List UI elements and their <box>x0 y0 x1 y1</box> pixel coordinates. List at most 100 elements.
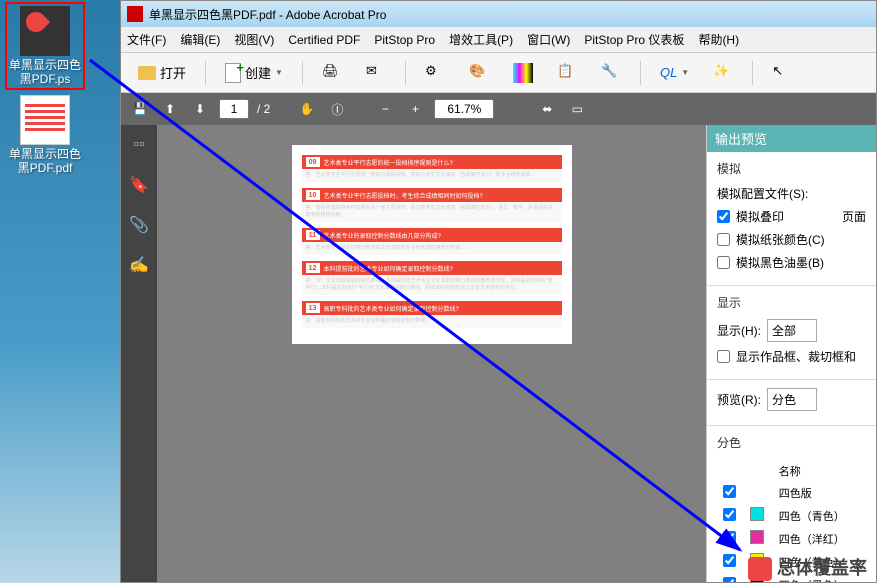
acrobat-icon <box>127 6 143 22</box>
select-tool[interactable]: Ⓘ <box>326 98 348 120</box>
fit-page-button[interactable]: ▭ <box>566 98 588 120</box>
save-button[interactable]: 💾 <box>129 98 151 120</box>
desktop-file-ps[interactable]: 单黑显示四色黑PDF.ps <box>5 2 85 90</box>
sim-overprint-label: 模拟叠印 <box>736 208 784 225</box>
next-page-button[interactable]: ⬇ <box>189 98 211 120</box>
sim-paper-checkbox[interactable] <box>717 233 730 246</box>
pages-panel-button[interactable]: ▫▫ <box>129 135 149 155</box>
gear-icon: ⚙ <box>425 63 445 83</box>
email-icon: ✉ <box>366 63 386 83</box>
menu-window[interactable]: 窗口(W) <box>527 31 570 48</box>
separator <box>302 61 303 85</box>
tool-ql[interactable]: QL▼ <box>651 59 698 87</box>
q-body: 答：艺术类专业录取控制分数线由文化成绩和专业统考成绩两部分构成... <box>302 242 562 255</box>
menu-certified[interactable]: Certified PDF <box>288 33 360 47</box>
preview-select[interactable]: 分色 <box>767 388 817 411</box>
create-button[interactable]: 创建 ▼ <box>216 59 292 87</box>
folder-icon <box>138 66 156 80</box>
magenta-swatch <box>750 530 764 544</box>
plate-checkbox[interactable] <box>723 577 736 583</box>
pitstop-icon: 🔧 <box>601 63 621 83</box>
display-select[interactable]: 全部 <box>767 319 817 342</box>
menu-pitstop[interactable]: PitStop Pro <box>374 33 435 47</box>
table-row: 四色（洋红） <box>719 528 864 549</box>
title-bar[interactable]: 单黑显示四色黑PDF.pdf - Adobe Acrobat Pro <box>121 1 876 27</box>
show-art-checkbox[interactable] <box>717 350 730 363</box>
menu-plugins[interactable]: 增效工具(P) <box>449 31 513 48</box>
plate-checkbox[interactable] <box>723 485 736 498</box>
plate-checkbox[interactable] <box>723 508 736 521</box>
q-body: 答：按综合成绩排序时如果有多个考生同分时，依次按考生文化成绩（含政策性加分）、语… <box>302 202 562 222</box>
panel-title: 输出预览 <box>707 125 876 152</box>
sim-black-label: 模拟黑色油墨(B) <box>736 254 824 271</box>
desktop-file-pdf[interactable]: 单黑显示四色黑PDF.pdf <box>5 95 85 175</box>
menu-file[interactable]: 文件(F) <box>127 31 166 48</box>
preview-r-label: 预览(R): <box>717 391 761 408</box>
menu-edit[interactable]: 编辑(E) <box>180 31 220 48</box>
menu-pitstop-dash[interactable]: PitStop Pro 仪表板 <box>584 31 684 48</box>
open-button[interactable]: 打开 <box>129 59 195 87</box>
zoom-in-button[interactable]: + <box>404 98 426 120</box>
separator <box>205 61 206 85</box>
bookmarks-panel-button[interactable]: 🔖 <box>129 175 149 195</box>
tool-1[interactable]: ⚙ <box>416 59 454 87</box>
zoom-out-button[interactable]: − <box>374 98 396 120</box>
tool-6[interactable]: ✨ <box>704 59 742 87</box>
page-input[interactable] <box>219 99 249 119</box>
tool-5[interactable]: 🔧 <box>592 59 630 87</box>
sim-overprint-checkbox[interactable] <box>717 210 730 223</box>
prev-page-button[interactable]: ⬆ <box>159 98 181 120</box>
q-body: 答：艺术类专业平行志愿统一按综合成绩投档。按综合考生文化成绩（含政策性加分）和专… <box>302 169 562 182</box>
email-button[interactable]: ✉ <box>357 59 395 87</box>
print-button[interactable]: 🖨 <box>313 59 351 87</box>
plate-checkbox[interactable] <box>723 554 736 567</box>
zoom-input[interactable] <box>434 99 494 119</box>
file-label: 单黑显示四色黑PDF.pdf <box>5 147 85 175</box>
q-title: 本科提前批的艺术专业如何确定录取控制分数线? <box>324 264 453 273</box>
watermark: 总体覆盖率 <box>748 554 867 581</box>
plate-name: 四色（青色） <box>775 505 864 526</box>
wand-icon: ✨ <box>713 63 733 83</box>
chevron-down-icon: ▼ <box>681 68 689 77</box>
plate-name: 四色版 <box>775 483 864 503</box>
tool-4[interactable]: 📋 <box>548 59 586 87</box>
watermark-logo-icon <box>748 557 772 581</box>
preflight-icon: 📋 <box>557 63 577 83</box>
open-label: 打开 <box>160 63 186 82</box>
menu-view[interactable]: 视图(V) <box>234 31 274 48</box>
show-art-label: 显示作品框、裁切框和 <box>736 348 856 365</box>
postscript-icon <box>20 6 70 56</box>
print-icon: 🖨 <box>322 63 342 83</box>
file-label: 单黑显示四色黑PDF.ps <box>9 58 81 86</box>
name-column-header: 名称 <box>775 461 864 481</box>
plate-checkbox[interactable] <box>723 531 736 544</box>
window-title: 单黑显示四色黑PDF.pdf - Adobe Acrobat Pro <box>149 6 386 23</box>
q-title: 艺术类专业的录取控制分数线由几部分构成? <box>324 231 441 240</box>
sim-black-checkbox[interactable] <box>717 256 730 269</box>
main-area: ▫▫ 🔖 📎 ✍ 09艺术类专业平行志愿的统一投档排序规则是什么? 答：艺术类专… <box>121 125 876 582</box>
separations-section: 分色 <box>717 434 866 451</box>
separator <box>405 61 406 85</box>
plate-name: 四色（洋红） <box>775 528 864 549</box>
document-area[interactable]: 09艺术类专业平行志愿的统一投档排序规则是什么? 答：艺术类专业平行志愿统一按综… <box>157 125 706 582</box>
palette-icon: 🎨 <box>469 63 489 83</box>
chevron-down-icon[interactable]: ▼ <box>502 105 510 114</box>
page-label: 页面 <box>842 208 866 225</box>
attachments-panel-button[interactable]: 📎 <box>129 215 149 235</box>
chevron-down-icon: ▼ <box>275 68 283 77</box>
hand-tool[interactable]: ✋ <box>296 98 318 120</box>
select-tool[interactable]: ↖ <box>763 59 801 87</box>
tool-3[interactable] <box>504 59 542 87</box>
menu-help[interactable]: 帮助(H) <box>698 31 739 48</box>
tool-2[interactable]: 🎨 <box>460 59 498 87</box>
question-block: 10艺术类专业平行志愿投档时，考生综合成绩相同时如何投档? 答：按综合成绩排序时… <box>302 188 562 222</box>
q-num: 09 <box>306 157 320 167</box>
signatures-panel-button[interactable]: ✍ <box>129 255 149 275</box>
sim-profile-label: 模拟配置文件(S): <box>717 185 808 202</box>
fit-width-button[interactable]: ⬌ <box>536 98 558 120</box>
output-preview-panel: 输出预览 模拟 模拟配置文件(S): 模拟叠印 页面 模拟纸张颜色(C) 模拟黑… <box>706 125 876 582</box>
cursor-icon: ↖ <box>772 63 792 83</box>
nav-toolbar: 💾 ⬆ ⬇ / 2 ✋ Ⓘ − + ▼ ⬌ ▭ <box>121 93 876 125</box>
q-num: 11 <box>306 230 320 240</box>
simulate-section: 模拟 <box>717 160 866 177</box>
